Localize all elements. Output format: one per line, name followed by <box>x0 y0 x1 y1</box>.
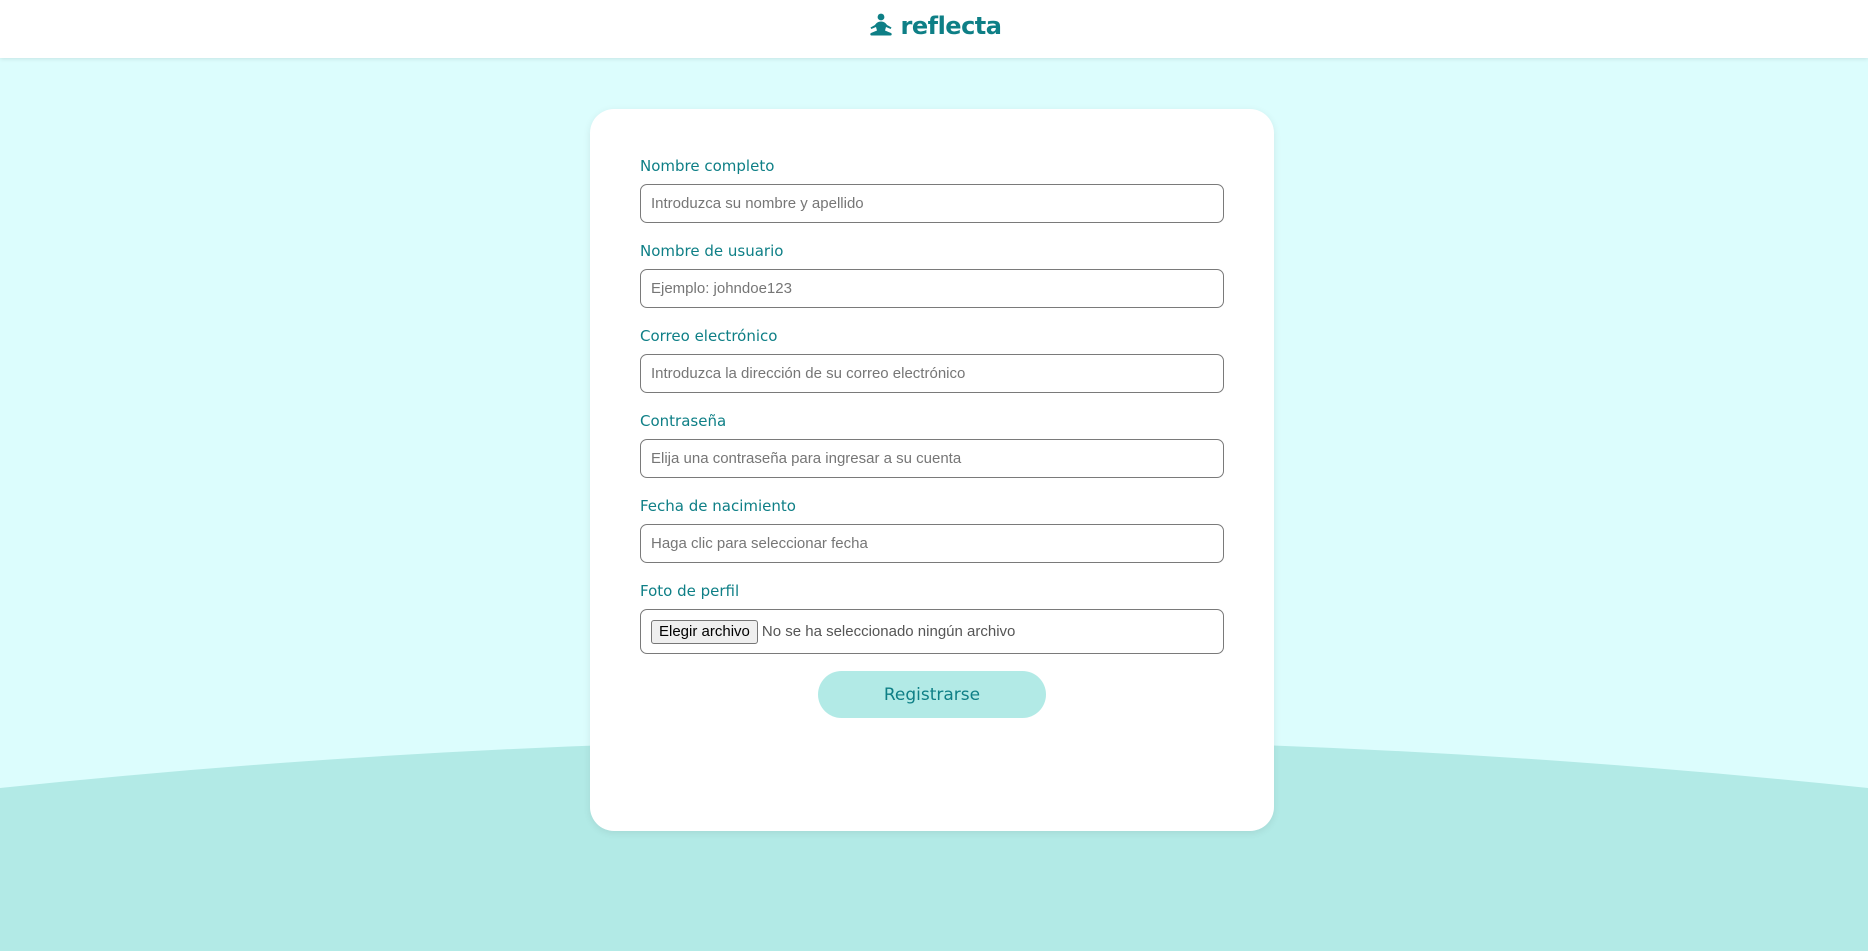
birthdate-field: Fecha de nacimiento <box>640 497 1224 563</box>
full-name-field: Nombre completo <box>640 157 1224 223</box>
full-name-input[interactable] <box>640 184 1224 223</box>
password-field: Contraseña <box>640 412 1224 478</box>
submit-row: Registrarse <box>640 671 1224 718</box>
choose-file-button[interactable]: Elegir archivo <box>651 619 758 644</box>
username-input[interactable] <box>640 269 1224 308</box>
meditation-person-icon <box>869 13 892 36</box>
email-field: Correo electrónico <box>640 327 1224 393</box>
brand-logo[interactable]: reflecta <box>867 12 1002 40</box>
profile-photo-field: Foto de perfil Elegir archivo No se ha s… <box>640 582 1224 654</box>
file-status-text: No se ha seleccionado ningún archivo <box>761 623 1016 640</box>
password-input[interactable] <box>640 439 1224 478</box>
username-field: Nombre de usuario <box>640 242 1224 308</box>
birthdate-label: Fecha de nacimiento <box>640 497 796 515</box>
top-navbar: reflecta <box>0 0 1868 58</box>
full-name-label: Nombre completo <box>640 157 775 175</box>
username-label: Nombre de usuario <box>640 242 784 260</box>
registration-card: Nombre completo Nombre de usuario Correo… <box>590 109 1274 831</box>
registration-form: Nombre completo Nombre de usuario Correo… <box>640 157 1224 718</box>
profile-photo-picker[interactable]: Elegir archivo No se ha seleccionado nin… <box>640 609 1224 654</box>
email-input[interactable] <box>640 354 1224 393</box>
email-label: Correo electrónico <box>640 327 778 345</box>
password-label: Contraseña <box>640 412 727 430</box>
profile-photo-label: Foto de perfil <box>640 582 740 600</box>
birthdate-input[interactable] <box>640 524 1224 563</box>
brand-name: reflecta <box>900 12 1002 40</box>
register-button[interactable]: Registrarse <box>818 671 1046 718</box>
